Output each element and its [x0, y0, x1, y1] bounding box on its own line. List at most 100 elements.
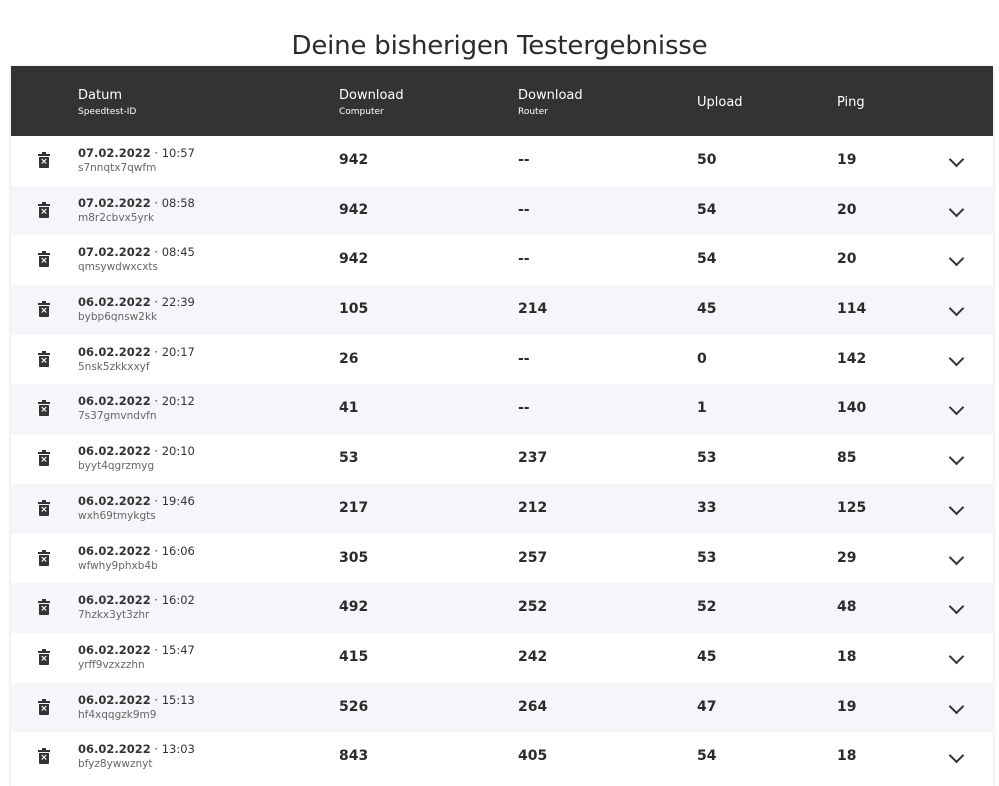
chevron-down-icon[interactable] — [948, 499, 965, 516]
column-header-date-sublabel: Speedtest-ID — [78, 107, 137, 117]
row-download-computer: 942 — [339, 152, 369, 168]
table-row[interactable]: × 06.02.2022 · 16:06 wfwhy9phxb4b 305 257 53 2… — [11, 534, 993, 584]
row-upload: 45 — [697, 648, 717, 665]
row-upload: 0 — [697, 350, 707, 367]
table-row[interactable]: × 06.02.2022 · 15:13 hf4xqqgzk9m9 526 264 47 1… — [11, 682, 993, 733]
row-ping: 29 — [837, 549, 857, 566]
table-row[interactable]: × 06.02.2022 · 22:39 bybp6qnsw2kk 105 214 45 1… — [11, 285, 993, 335]
row-ping: 19 — [837, 152, 857, 168]
row-ping: 125 — [837, 499, 867, 516]
cell-date: 06.02.2022 · 15:13 hf4xqqgzk9m9 — [78, 693, 195, 723]
row-upload: 53 — [697, 549, 717, 566]
column-header-date: Datum Speedtest-ID — [78, 88, 136, 119]
row-speedtest-id: hf4xqqgzk9m9 — [78, 708, 157, 721]
trash-icon-x: × — [40, 703, 48, 714]
row-download-router: 252 — [518, 599, 548, 616]
row-download-router: 405 — [518, 748, 548, 765]
table-row[interactable]: × 06.02.2022 · 16:02 7hzkx3yt3zhr 492 252 52 4… — [11, 583, 993, 633]
trash-icon[interactable]: × — [38, 350, 50, 367]
column-header-download-router-label: Download — [518, 88, 583, 103]
row-datetime: 06.02.2022 · 19:46 — [78, 493, 195, 508]
row-time: 08:58 — [161, 195, 195, 210]
trash-icon[interactable]: × — [38, 301, 50, 318]
cell-date: 07.02.2022 · 10:57 s7nnqtx7qwfm — [78, 146, 195, 176]
row-upload: 54 — [697, 201, 717, 218]
row-download-computer: 26 — [339, 350, 359, 367]
row-ping: 20 — [837, 251, 857, 268]
cell-date: 06.02.2022 · 13:03 bfyz8ywwznyt — [78, 742, 195, 772]
row-upload: 33 — [697, 499, 717, 516]
trash-icon-x: × — [40, 604, 48, 615]
row-speedtest-id: bybp6qnsw2kk — [78, 311, 158, 324]
row-ping: 85 — [837, 450, 857, 467]
trash-icon-x: × — [40, 653, 48, 664]
row-datetime: 06.02.2022 · 15:13 — [78, 692, 195, 707]
chevron-down-icon[interactable] — [948, 549, 965, 565]
trash-icon[interactable]: × — [38, 152, 50, 168]
row-date: 06.02.2022 — [78, 344, 151, 359]
trash-icon[interactable]: × — [38, 748, 50, 765]
chevron-down-icon[interactable] — [948, 598, 965, 615]
trash-icon[interactable]: × — [38, 698, 50, 715]
row-upload: 52 — [697, 599, 717, 616]
trash-icon[interactable]: × — [38, 549, 50, 566]
trash-icon[interactable]: × — [38, 400, 50, 417]
table-row[interactable]: × 07.02.2022 · 10:57 s7nnqtx7qwfm 942 -- 50 19 — [11, 136, 993, 186]
row-upload: 54 — [697, 251, 717, 268]
trash-icon-x: × — [40, 206, 48, 217]
trash-icon[interactable]: × — [38, 251, 50, 268]
chevron-down-icon[interactable] — [948, 350, 965, 367]
table-row[interactable]: × 07.02.2022 · 08:58 m8r2cbvx5yrk 942 -- 54 20 — [11, 185, 993, 236]
trash-icon[interactable]: × — [38, 648, 50, 665]
row-download-router: 212 — [518, 499, 548, 516]
row-download-computer: 492 — [339, 599, 369, 616]
row-ping: 18 — [837, 648, 857, 665]
cell-date: 06.02.2022 · 20:10 byyt4qgrzmyg — [78, 444, 195, 474]
trash-icon[interactable]: × — [38, 499, 50, 516]
chevron-down-icon[interactable] — [948, 747, 965, 764]
trash-icon-x: × — [40, 355, 48, 366]
trash-icon[interactable]: × — [38, 450, 50, 467]
row-datetime: 06.02.2022 · 15:47 — [78, 642, 195, 657]
page-title: Deine bisherigen Testergebnisse — [291, 31, 708, 62]
chevron-down-icon[interactable] — [948, 251, 965, 267]
row-download-computer: 843 — [339, 748, 369, 765]
table-row[interactable]: × 06.02.2022 · 20:17 5nsk5zkkxxyf 26 -- 0 142 — [11, 335, 993, 385]
row-speedtest-id: 7hzkx3yt3zhr — [78, 609, 150, 622]
row-date: 06.02.2022 — [78, 642, 151, 657]
chevron-down-icon[interactable] — [948, 400, 965, 416]
table-row[interactable]: × 06.02.2022 · 19:46 wxh69tmykgts 217 212 33 1… — [11, 483, 993, 534]
trash-icon-x: × — [40, 157, 48, 167]
cell-date: 06.02.2022 · 16:02 7hzkx3yt3zhr — [78, 593, 195, 623]
trash-icon[interactable]: × — [38, 599, 50, 616]
results-table: Datum Speedtest-ID Download Computer Dow… — [11, 66, 993, 786]
trash-icon-x: × — [40, 256, 48, 267]
chevron-down-icon[interactable] — [948, 449, 965, 466]
row-download-computer: 305 — [339, 549, 369, 566]
table-row[interactable]: × 06.02.2022 · 15:47 yrff9vzxzzhn 415 242 45 1… — [11, 633, 993, 683]
row-date: 07.02.2022 — [78, 146, 151, 160]
chevron-down-icon[interactable] — [948, 201, 965, 217]
row-time: 15:47 — [161, 642, 195, 657]
table-row[interactable]: × 06.02.2022 · 13:03 bfyz8ywwznyt 843 405 54 1… — [11, 732, 993, 782]
table-row[interactable]: × 06.02.2022 · 20:10 byyt4qgrzmyg 53 237 53 85 — [11, 434, 993, 484]
row-date: 06.02.2022 — [78, 295, 151, 310]
row-date: 06.02.2022 — [78, 692, 151, 707]
column-header-date-label: Datum — [78, 88, 122, 103]
row-datetime: 06.02.2022 · 16:06 — [78, 543, 195, 558]
row-ping: 140 — [837, 400, 867, 417]
chevron-down-icon[interactable] — [948, 648, 965, 665]
chevron-down-icon[interactable] — [948, 300, 965, 317]
table-row[interactable]: × 06.02.2022 · 20:12 7s37gmvndvfn 41 -- 1 140 — [11, 384, 993, 435]
row-download-computer: 415 — [339, 648, 369, 665]
row-speedtest-id: m8r2cbvx5yrk — [78, 211, 155, 224]
chevron-down-icon[interactable] — [948, 151, 965, 168]
chevron-down-icon[interactable] — [948, 698, 965, 714]
row-download-router: 257 — [518, 549, 548, 566]
row-ping: 142 — [837, 350, 867, 367]
row-date: 06.02.2022 — [78, 444, 151, 459]
row-speedtest-id: 5nsk5zkkxxyf — [78, 360, 150, 373]
row-date: 06.02.2022 — [78, 593, 151, 608]
table-row[interactable]: × 07.02.2022 · 08:45 qmsywdwxcxts 942 -- 54 20 — [11, 235, 993, 285]
trash-icon[interactable]: × — [38, 201, 50, 218]
